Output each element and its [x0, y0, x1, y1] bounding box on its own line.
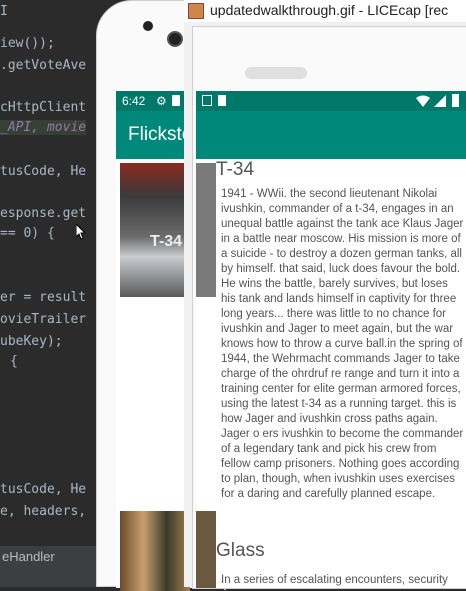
- code-line: .getVoteAve: [0, 58, 87, 73]
- code-line: ubeKey);: [0, 334, 63, 349]
- poster-text: T-34: [150, 233, 183, 250]
- speaker-icon: [245, 67, 307, 79]
- app-bar: [196, 111, 466, 159]
- code-line: tusCode, He: [0, 164, 87, 179]
- code-line: I: [0, 4, 8, 19]
- code-line: esponse.get: [0, 206, 87, 221]
- emulator-left: 6:42 ⚙ Flickster T-34: [96, 0, 197, 591]
- status-bar: [196, 91, 466, 111]
- movie-overview: In a series of escalating encounters, se…: [221, 574, 448, 586]
- movie-poster[interactable]: T-34: [120, 163, 190, 297]
- movie-list[interactable]: T-34 1941 - WWii. the second lieutenant …: [196, 159, 466, 588]
- window-titlebar[interactable]: updatedwalkthrough.gif - LICEcap [rec: [184, 0, 466, 22]
- movie-poster[interactable]: [120, 511, 190, 591]
- code-line: e, headers,: [0, 504, 87, 519]
- wifi-icon: [416, 95, 430, 107]
- code-line: er = result: [0, 290, 87, 305]
- code-line: iew());: [0, 36, 55, 51]
- sim-icon: [218, 95, 226, 106]
- movie-title: Glass: [216, 540, 265, 561]
- battery-icon: [452, 94, 459, 107]
- window-title: updatedwalkthrough.gif - LICEcap [rec: [210, 2, 449, 18]
- gear-icon: ⚙: [156, 94, 167, 108]
- code-line: ovieTrailer: [0, 312, 87, 327]
- code-line: _API, movie: [0, 120, 87, 135]
- movie-poster[interactable]: [196, 511, 216, 588]
- signal-icon: [434, 95, 446, 107]
- code-line: == 0) {: [0, 226, 55, 241]
- sensor-icon: [143, 21, 153, 31]
- camera-icon: [167, 31, 183, 47]
- clock: 6:42: [122, 94, 146, 108]
- movie-poster[interactable]: [196, 163, 216, 297]
- movie-overview: 1941 - WWii. the second lieutenant Nikol…: [221, 188, 464, 500]
- code-line: cHttpClient: [0, 100, 87, 115]
- app-icon: [188, 3, 204, 20]
- notification-icon: [202, 95, 212, 106]
- movie-title: T-34: [216, 159, 255, 180]
- code-line: {: [10, 354, 18, 369]
- sim-icon: [172, 95, 180, 106]
- emulator-right: T-34 1941 - WWii. the second lieutenant …: [192, 26, 466, 589]
- code-line: tusCode, He: [0, 482, 87, 497]
- mouse-cursor-icon: [76, 224, 86, 240]
